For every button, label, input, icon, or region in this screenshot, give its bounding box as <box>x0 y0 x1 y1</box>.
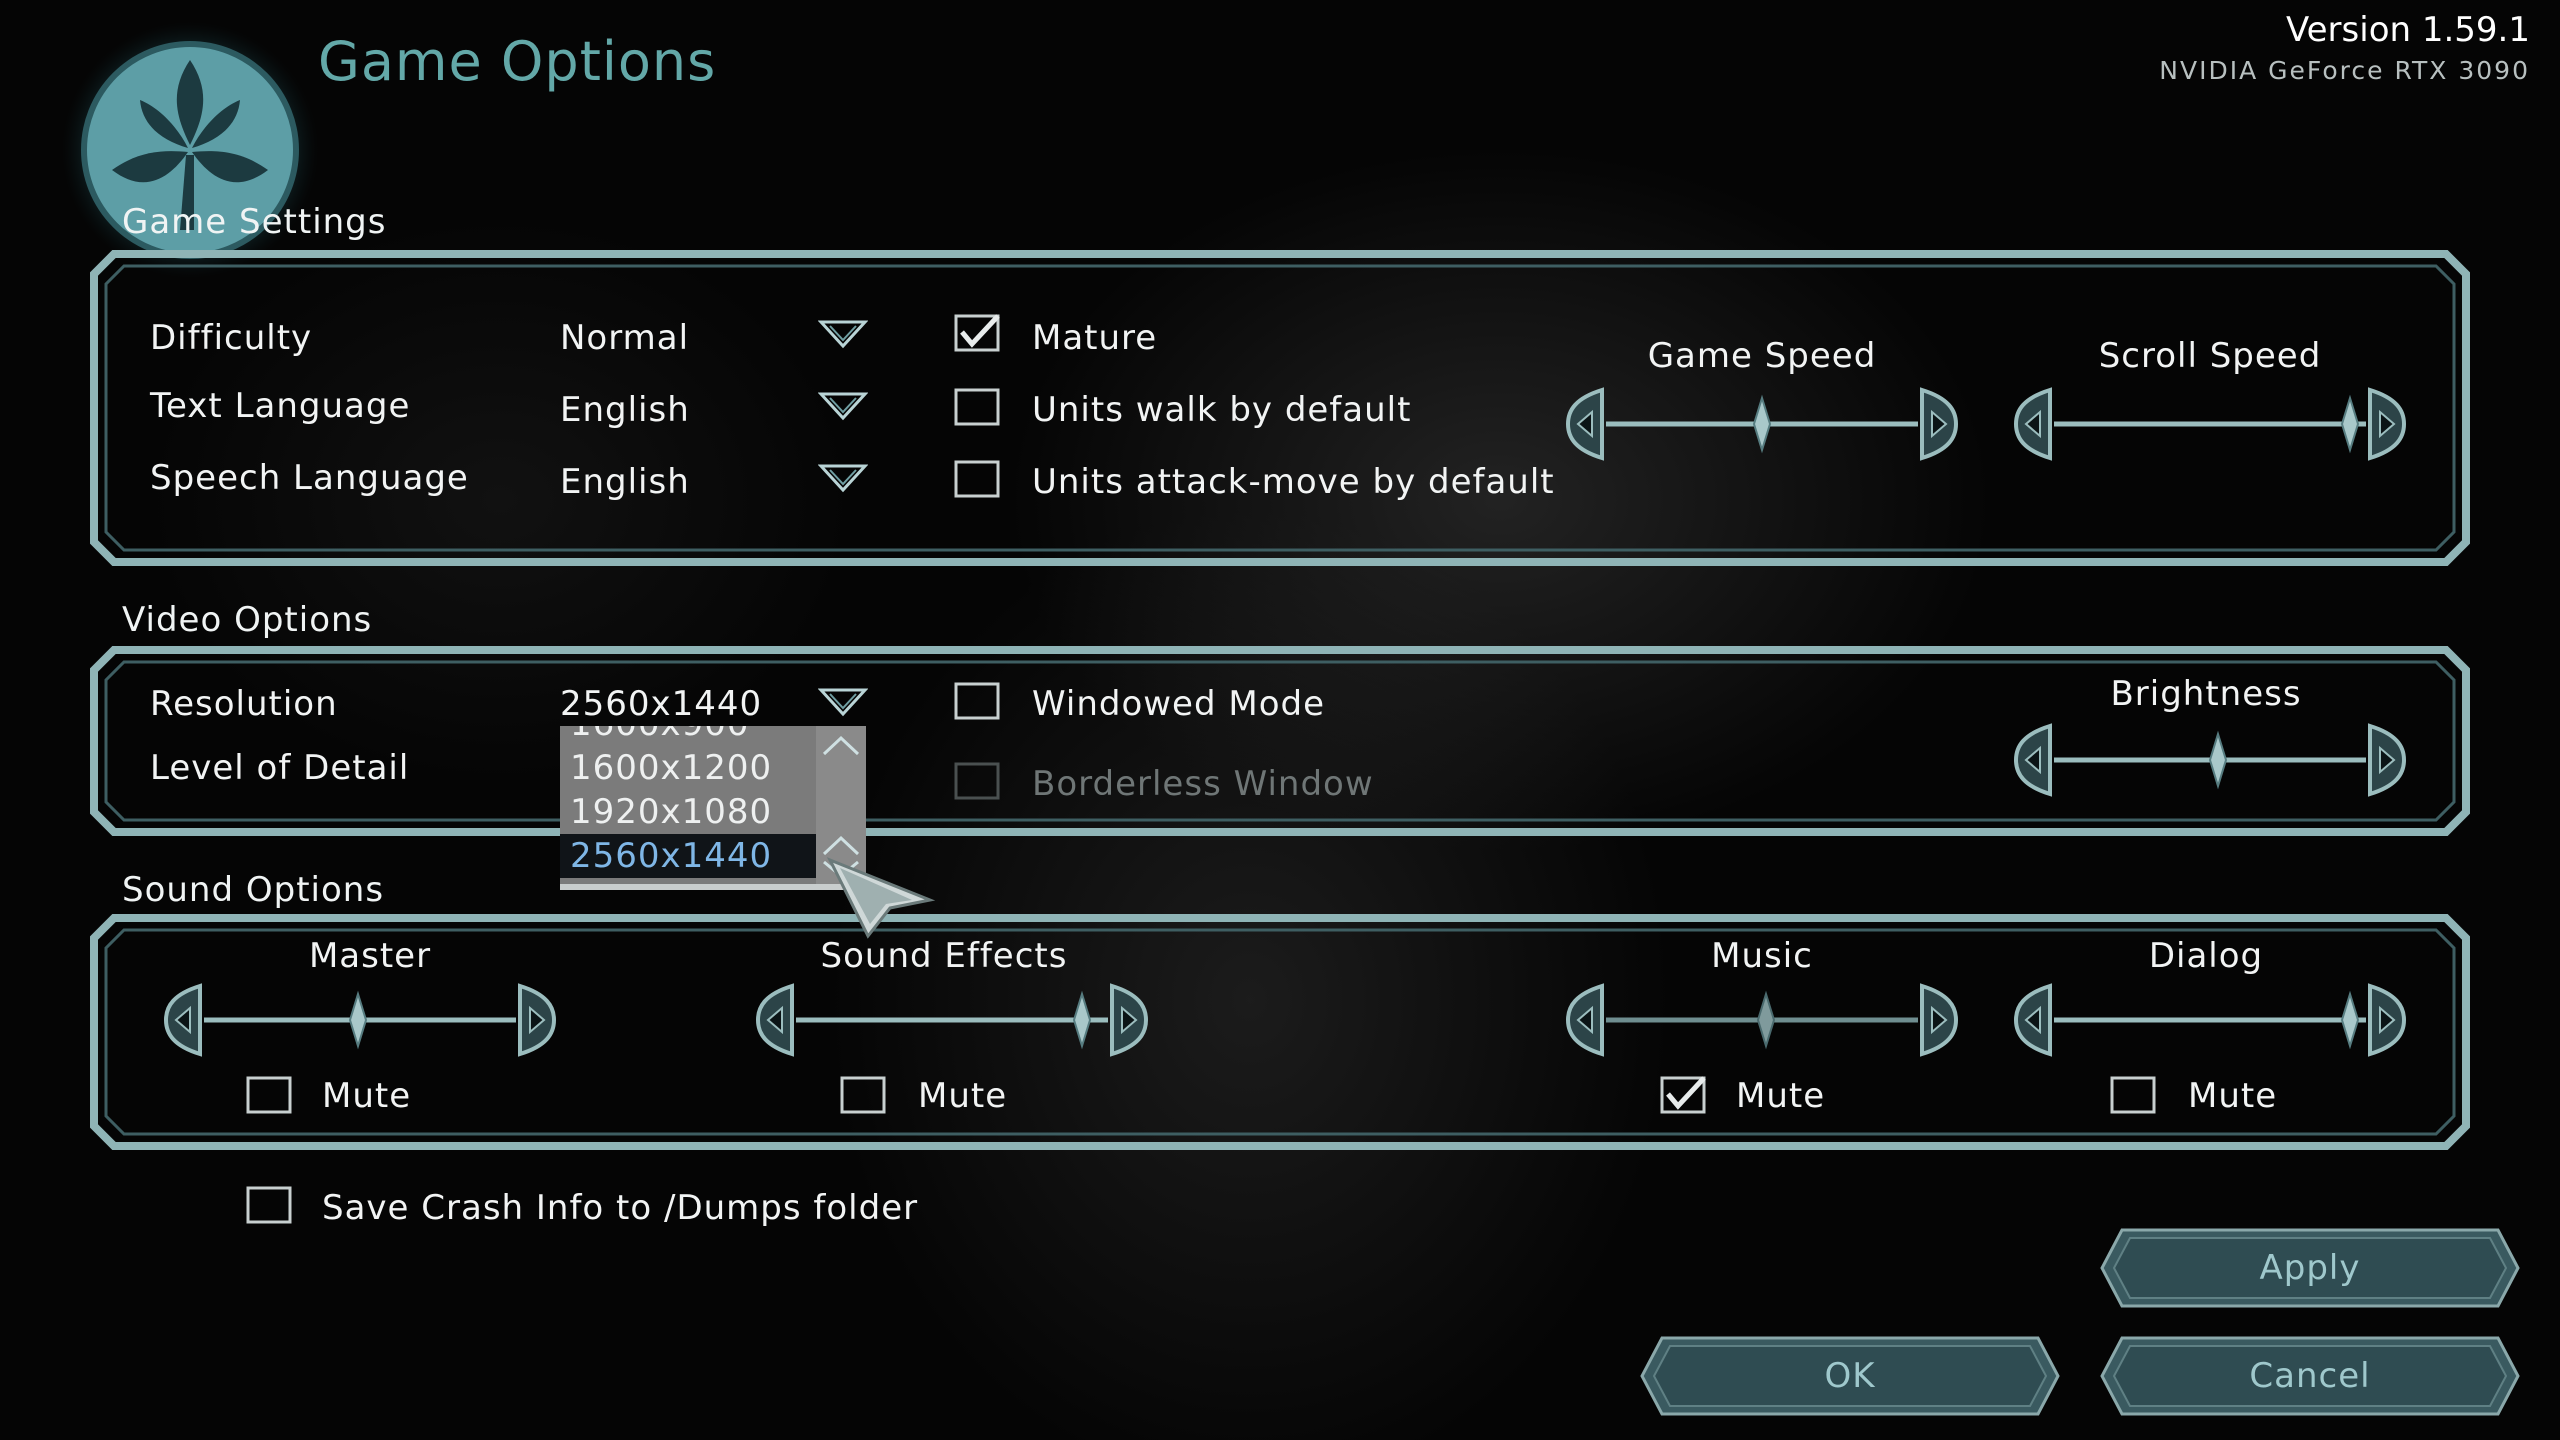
dialog-volume-slider[interactable] <box>2010 980 2410 1060</box>
resolution-option-partial[interactable]: 1600x900 <box>570 726 750 744</box>
difficulty-label: Difficulty <box>150 318 313 358</box>
scroll-speed-slider[interactable] <box>2010 384 2410 464</box>
apply-button-label: Apply <box>2259 1248 2361 1288</box>
dialog-volume-label: Dialog <box>2148 936 2264 976</box>
sound-effects-volume-label: Sound Effects <box>820 936 1068 976</box>
scroll-speed-label: Scroll Speed <box>2098 336 2322 376</box>
save-crash-info-checkbox[interactable] <box>246 1186 292 1224</box>
windowed-mode-checkbox[interactable] <box>954 682 1000 720</box>
sound-options-title: Sound Options <box>122 870 385 910</box>
text-language-label: Text Language <box>150 386 411 426</box>
resolution-label: Resolution <box>150 684 338 724</box>
sound-effects-mute-checkbox[interactable] <box>840 1076 886 1114</box>
game-speed-label: Game Speed <box>1647 336 1877 376</box>
ok-button[interactable]: OK <box>1640 1336 2060 1416</box>
brightness-label: Brightness <box>2110 674 2302 714</box>
resolution-option[interactable]: 1920x1080 <box>570 792 772 832</box>
speech-language-value[interactable]: English <box>560 462 690 502</box>
master-mute-label: Mute <box>322 1076 412 1116</box>
resolution-option-selected[interactable]: 2560x1440 <box>570 836 772 876</box>
cancel-button-label: Cancel <box>2249 1356 2371 1396</box>
music-mute-checkbox[interactable] <box>1660 1076 1706 1114</box>
mature-label: Mature <box>1032 318 1158 358</box>
units-attack-move-label: Units attack-move by default <box>1032 462 1555 502</box>
master-mute-checkbox[interactable] <box>246 1076 292 1114</box>
units-walk-label: Units walk by default <box>1032 390 1412 430</box>
master-volume-slider[interactable] <box>160 980 560 1060</box>
level-of-detail-label: Level of Detail <box>150 748 410 788</box>
cancel-button[interactable]: Cancel <box>2100 1336 2520 1416</box>
mouse-cursor-icon <box>826 857 936 939</box>
music-volume-slider[interactable] <box>1562 980 1962 1060</box>
sound-effects-volume-slider[interactable] <box>752 980 1152 1060</box>
text-language-dropdown-chevron-down-icon[interactable] <box>818 390 868 424</box>
resolution-dropdown-chevron-down-icon[interactable] <box>818 686 868 720</box>
difficulty-dropdown-chevron-down-icon[interactable] <box>818 318 868 352</box>
sound-effects-mute-label: Mute <box>918 1076 1008 1116</box>
page-title: Game Options <box>318 30 717 93</box>
master-volume-label: Master <box>308 936 432 976</box>
resolution-dropdown-list[interactable]: 1600x900 1600x1200 1920x1080 2560x1440 <box>560 726 866 890</box>
slider-left-arrow-icon <box>1565 387 1604 461</box>
resolution-option[interactable]: 1600x1200 <box>570 748 772 788</box>
dialog-mute-label: Mute <box>2188 1076 2278 1116</box>
video-options-title: Video Options <box>122 600 373 640</box>
difficulty-value[interactable]: Normal <box>560 318 689 358</box>
windowed-mode-label: Windowed Mode <box>1032 684 1326 724</box>
game-speed-slider[interactable] <box>1562 384 1962 464</box>
slider-right-arrow-icon <box>1920 387 1959 461</box>
text-language-value[interactable]: English <box>560 390 690 430</box>
save-crash-info-label: Save Crash Info to /Dumps folder <box>322 1188 919 1228</box>
brightness-slider[interactable] <box>2010 720 2410 800</box>
borderless-window-label: Borderless Window <box>1032 764 1374 804</box>
units-attack-move-checkbox[interactable] <box>954 460 1000 498</box>
units-walk-checkbox[interactable] <box>954 388 1000 426</box>
gpu-label: NVIDIA GeForce RTX 3090 <box>2159 56 2530 85</box>
ok-button-label: OK <box>1824 1356 1876 1396</box>
version-label: Version 1.59.1 <box>2286 10 2530 50</box>
speech-language-label: Speech Language <box>150 458 469 498</box>
dialog-mute-checkbox[interactable] <box>2110 1076 2156 1114</box>
resolution-value[interactable]: 2560x1440 <box>560 684 762 724</box>
game-settings-title: Game Settings <box>122 202 387 242</box>
music-volume-label: Music <box>1711 936 1813 976</box>
mature-checkbox[interactable] <box>954 314 1000 352</box>
apply-button[interactable]: Apply <box>2100 1228 2520 1308</box>
borderless-window-checkbox <box>954 762 1000 800</box>
music-mute-label: Mute <box>1736 1076 1826 1116</box>
slider-thumb <box>1752 394 1772 454</box>
speech-language-dropdown-chevron-down-icon[interactable] <box>818 462 868 496</box>
